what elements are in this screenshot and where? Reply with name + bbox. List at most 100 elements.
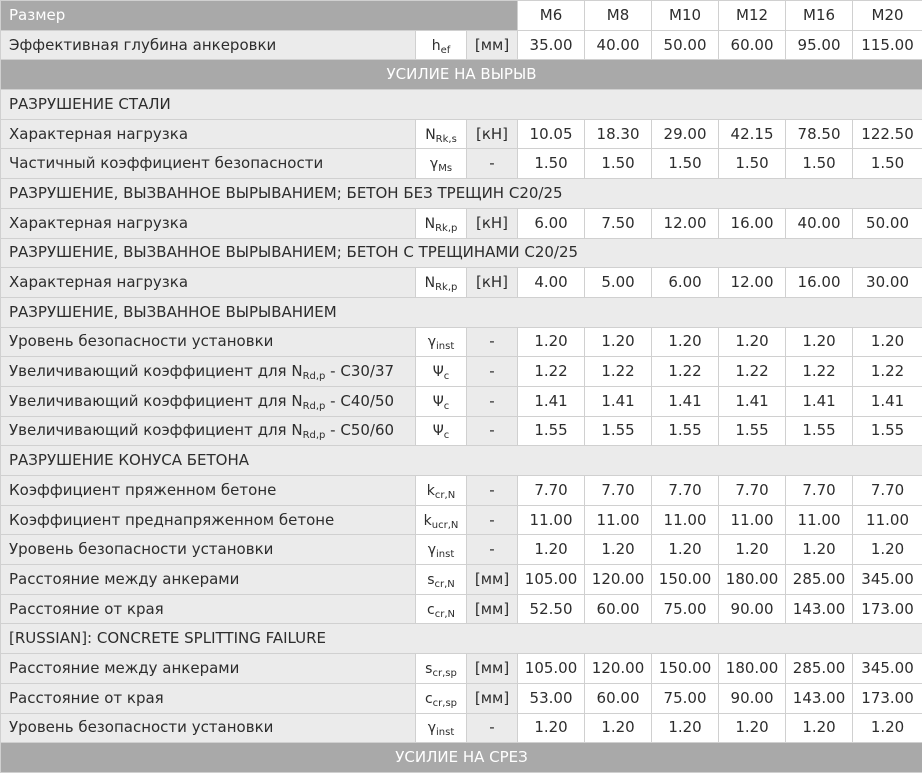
unit-cell: [кН] bbox=[465, 207, 519, 239]
table-row: Увеличивающий коэффициент для NRd,p - C3… bbox=[0, 356, 922, 387]
value-cell: 53.00 bbox=[517, 682, 586, 714]
unit-cell: [мм] bbox=[465, 564, 519, 595]
value-cell: 75.00 bbox=[651, 682, 720, 714]
row-label: Расстояние от края bbox=[0, 682, 416, 714]
label-text: Увеличивающий коэффициент для N bbox=[9, 391, 303, 410]
value-cell: 78.50 bbox=[785, 118, 854, 150]
value-cell: 75.00 bbox=[651, 593, 720, 625]
value-cell: 143.00 bbox=[785, 593, 854, 625]
table-row: Характерная нагрузка NRk,p [кН] 6.00 7.50 12.… bbox=[0, 207, 922, 239]
label-text: Расстояние между анкерами bbox=[9, 658, 240, 677]
symbol-subscript: inst bbox=[436, 549, 455, 561]
symbol-cell: γinst bbox=[415, 326, 467, 358]
value-cell: 1.22 bbox=[785, 356, 854, 387]
label-suffix: - C50/60 bbox=[325, 421, 395, 440]
symbol: k bbox=[426, 482, 435, 499]
unit-cell: - bbox=[465, 356, 519, 387]
value-cell: 1.20 bbox=[785, 326, 854, 358]
value-cell: 7.70 bbox=[852, 475, 922, 506]
symbol-cell: Ψc bbox=[415, 356, 467, 387]
section-row: РАЗРУШЕНИЕ СТАЛИ bbox=[0, 89, 922, 120]
symbol-cell: NRk,p bbox=[415, 267, 467, 298]
value-cell: 1.50 bbox=[584, 148, 653, 180]
symbol: h bbox=[431, 37, 441, 54]
value-cell: 1.41 bbox=[584, 385, 653, 417]
label-text: Коэффициент пряженном бетоне bbox=[9, 480, 277, 499]
row-label: Характерная нагрузка bbox=[0, 118, 416, 150]
symbol: c bbox=[424, 690, 433, 707]
label-subscript: Rd,p bbox=[302, 371, 326, 383]
value-cell: 1.20 bbox=[718, 712, 787, 744]
section-row: [RUSSIAN]: CONCRETE SPLITTING FAILURE bbox=[0, 623, 922, 655]
label-text: Увеличивающий коэффициент для N bbox=[9, 421, 303, 440]
value-cell: 90.00 bbox=[718, 593, 787, 625]
symbol-cell: γinst bbox=[415, 712, 467, 744]
symbol-subscript: Ms bbox=[438, 163, 453, 175]
value-cell: 1.20 bbox=[517, 534, 586, 566]
label-text: Уровень безопасности установки bbox=[9, 540, 274, 559]
value-cell: 122.50 bbox=[852, 118, 922, 150]
label-text: Расстояние от края bbox=[9, 688, 164, 707]
header-row: Размер M6 M8 M10 M12 M16 M20 bbox=[0, 0, 922, 31]
symbol: N bbox=[425, 126, 436, 143]
value-cell: 35.00 bbox=[517, 29, 586, 61]
symbol-cell: γMs bbox=[415, 148, 467, 180]
table-row: Расстояние от края ccr,sp [мм] 53.00 60.00 75… bbox=[0, 682, 922, 714]
value-cell: 1.20 bbox=[785, 534, 854, 566]
value-cell: 6.00 bbox=[517, 207, 586, 239]
unit-cell: [мм] bbox=[465, 29, 519, 61]
section-title: РАЗРУШЕНИЕ, ВЫЗВАННОЕ ВЫРЫВАНИЕМ; БЕТОН … bbox=[0, 237, 922, 269]
symbol-subscript: c bbox=[443, 430, 450, 442]
symbol-cell: ccr,N bbox=[415, 593, 467, 625]
value-cell: 1.41 bbox=[651, 385, 720, 417]
value-cell: 1.20 bbox=[718, 534, 787, 566]
value-cell: 120.00 bbox=[584, 564, 653, 595]
row-label: Эффективная глубина анкеровки bbox=[0, 29, 416, 61]
row-label: Уровень безопасности установки bbox=[0, 534, 416, 566]
unit-cell: - bbox=[465, 534, 519, 566]
value-cell: 50.00 bbox=[651, 29, 720, 61]
size-m20: M20 bbox=[852, 0, 922, 31]
value-cell: 42.15 bbox=[718, 118, 787, 150]
value-cell: 1.20 bbox=[651, 534, 720, 566]
value-cell: 1.20 bbox=[852, 534, 922, 566]
table-row: Увеличивающий коэффициент для NRd,p - C5… bbox=[0, 415, 922, 447]
value-cell: 5.00 bbox=[584, 267, 653, 298]
row-label: Увеличивающий коэффициент для NRd,p - C3… bbox=[0, 356, 416, 387]
table-row: Частичный коэффициент безопасности γMs -1.… bbox=[0, 148, 922, 180]
symbol: γ bbox=[427, 334, 437, 351]
value-cell: 120.00 bbox=[584, 653, 653, 684]
value-cell: 4.00 bbox=[517, 267, 586, 298]
section-title: РАЗРУШЕНИЕ СТАЛИ bbox=[0, 89, 922, 120]
value-cell: 1.55 bbox=[718, 415, 787, 447]
value-cell: 1.41 bbox=[785, 385, 854, 417]
section-title: РАЗРУШЕНИЕ, ВЫЗВАННОЕ ВЫРЫВАНИЕМ; БЕТОН … bbox=[0, 178, 922, 209]
section-row: РАЗРУШЕНИЕ, ВЫЗВАННОЕ ВЫРЫВАНИЕМ bbox=[0, 296, 922, 328]
unit-cell: - bbox=[465, 326, 519, 358]
symbol: γ bbox=[427, 720, 437, 737]
label-suffix: - C40/50 bbox=[325, 391, 395, 410]
symbol-subscript: Rk,p bbox=[435, 282, 458, 294]
unit-cell: - bbox=[465, 712, 519, 744]
banner-title: УСИЛИЕ НА ВЫРЫВ bbox=[0, 59, 922, 91]
row-label: Увеличивающий коэффициент для NRd,p - C4… bbox=[0, 385, 416, 417]
value-cell: 52.50 bbox=[517, 593, 586, 625]
value-cell: 7.70 bbox=[718, 475, 787, 506]
symbol-cell: kcr,N bbox=[415, 475, 467, 506]
banner-row: УСИЛИЕ НА СРЕЗ bbox=[0, 742, 922, 773]
unit-cell: [кН] bbox=[465, 118, 519, 150]
row-label: Расстояние между анкерами bbox=[0, 564, 416, 595]
value-cell: 40.00 bbox=[584, 29, 653, 61]
label-suffix: - C30/37 bbox=[325, 362, 395, 381]
label-text: Характерная нагрузка bbox=[9, 213, 189, 232]
row-label: Коэффициент преднапряженном бетоне bbox=[0, 504, 416, 536]
value-cell: 11.00 bbox=[785, 504, 854, 536]
value-cell: 1.20 bbox=[852, 712, 922, 744]
label-text: Увеличивающий коэффициент для N bbox=[9, 362, 303, 381]
size-m12: M12 bbox=[718, 0, 787, 31]
symbol: c bbox=[427, 601, 435, 618]
row-label: Уровень безопасности установки bbox=[0, 326, 416, 358]
value-cell: 345.00 bbox=[852, 653, 922, 684]
value-cell: 11.00 bbox=[517, 504, 586, 536]
symbol-subscript: Rk,s bbox=[435, 133, 457, 145]
